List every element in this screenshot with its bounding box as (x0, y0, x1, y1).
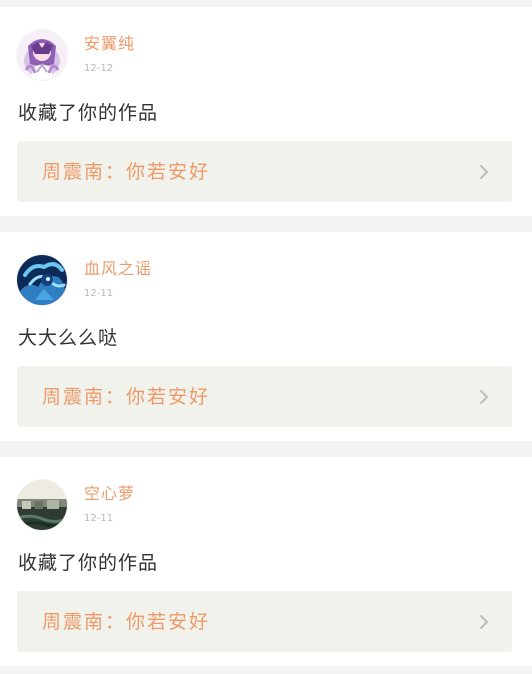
username[interactable]: 安翼纯 (84, 34, 135, 54)
work-author: 周震南 (42, 611, 106, 633)
work-author: 周震南 (42, 161, 106, 183)
work-label: 周震南：你若安好 (42, 385, 210, 409)
work-title: 你若安好 (126, 386, 211, 408)
chevron-right-icon (480, 615, 488, 629)
work-author: 周震南 (42, 386, 106, 408)
work-separator: ： (105, 386, 127, 408)
work-label: 周震南：你若安好 (42, 160, 210, 184)
work-separator: ： (105, 611, 127, 633)
work-link[interactable]: 周震南：你若安好 (17, 591, 512, 652)
work-link[interactable]: 周震南：你若安好 (17, 366, 512, 427)
work-separator: ： (105, 161, 127, 183)
activity-card: 空心萝 12-11 收藏了你的作品 周震南：你若安好 (0, 457, 532, 666)
chevron-right-icon (480, 165, 488, 179)
username[interactable]: 空心萝 (84, 484, 135, 504)
activity-date: 12-11 (84, 513, 114, 524)
user-avatar[interactable] (17, 480, 67, 530)
activity-message: 大大么么哒 (18, 327, 119, 349)
activity-message: 收藏了你的作品 (18, 552, 159, 574)
chevron-right-icon (480, 390, 488, 404)
anime-girl-avatar-icon (17, 30, 67, 80)
work-title: 你若安好 (126, 161, 211, 183)
username[interactable]: 血风之谣 (84, 259, 152, 279)
work-label: 周震南：你若安好 (42, 610, 210, 634)
user-avatar[interactable] (17, 255, 67, 305)
work-link[interactable]: 周震南：你若安好 (17, 141, 512, 202)
activity-date: 12-12 (84, 63, 114, 74)
activity-card: 血风之谣 12-11 大大么么哒 周震南：你若安好 (0, 232, 532, 441)
activity-message: 收藏了你的作品 (18, 102, 159, 124)
landscape-photo-avatar-icon (17, 480, 67, 530)
user-avatar[interactable] (17, 30, 67, 80)
activity-feed: 安翼纯 12-12 收藏了你的作品 周震南：你若安好 血风之谣 12-11 大大… (0, 0, 532, 674)
activity-date: 12-11 (84, 288, 114, 299)
work-title: 你若安好 (126, 611, 211, 633)
blue-dragon-avatar-icon (17, 255, 67, 305)
activity-card: 安翼纯 12-12 收藏了你的作品 周震南：你若安好 (0, 7, 532, 216)
